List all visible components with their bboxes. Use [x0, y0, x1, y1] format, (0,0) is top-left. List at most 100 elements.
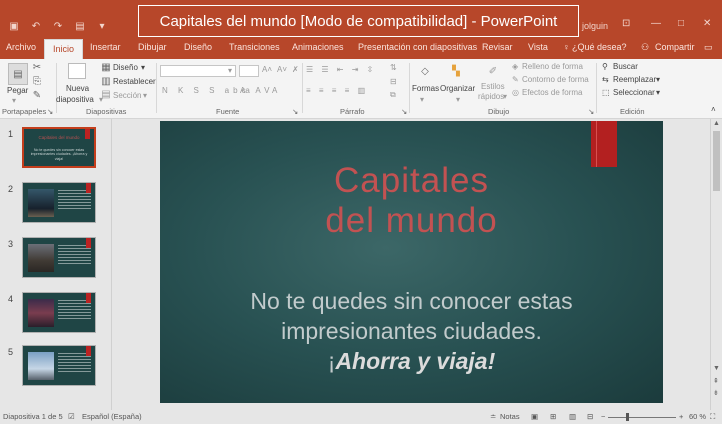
shape-fill-button[interactable]: Relleno de forma — [522, 62, 583, 71]
user-name[interactable]: jolguin — [582, 21, 608, 31]
zoom-out-icon[interactable]: − — [601, 412, 605, 421]
paragraph-launcher-icon[interactable]: ↘ — [401, 107, 407, 116]
tab-vista[interactable]: Vista — [528, 42, 548, 52]
tab-animaciones[interactable]: Animaciones — [292, 42, 344, 52]
arrange-button[interactable]: Organizar — [440, 84, 475, 93]
shape-effects-button[interactable]: Efectos de forma — [522, 88, 582, 97]
slide-title[interactable]: Capitales del mundo — [160, 161, 663, 241]
format-painter-icon[interactable]: ✎ — [32, 90, 42, 101]
layout-button[interactable]: Diseño — [113, 63, 138, 72]
replace-button[interactable]: Reemplazar — [613, 75, 656, 84]
shapes-icon[interactable]: ◇ — [416, 62, 434, 80]
paste-dropdown-icon[interactable]: ▾ — [12, 96, 16, 105]
tab-transiciones[interactable]: Transiciones — [229, 42, 280, 52]
section-button[interactable]: Sección — [113, 91, 141, 100]
slide-thumbnail-1[interactable]: Capitales del mundo No te quedes sin con… — [22, 127, 96, 168]
ribbon-display-icon[interactable]: ⊡ — [622, 18, 630, 29]
font-launcher-icon[interactable]: ↘ — [292, 107, 298, 116]
drawing-launcher-icon[interactable]: ↘ — [588, 107, 594, 116]
cut-icon[interactable]: ✂ — [32, 62, 42, 73]
tab-dibujar[interactable]: Dibujar — [138, 42, 167, 52]
scroll-down-icon[interactable]: ▼ — [713, 365, 720, 372]
comments-icon[interactable]: ▭ — [704, 42, 713, 53]
slide-subtitle[interactable]: No te quedes sin conocer estas impresion… — [160, 286, 663, 376]
smartart-icon[interactable]: ⧉ — [390, 90, 396, 100]
font-format-buttons[interactable]: N K S S abc AV — [162, 86, 273, 95]
minimize-icon[interactable]: — — [651, 18, 661, 29]
reset-button[interactable]: Restablecer — [113, 77, 156, 86]
quick-styles-icon[interactable]: ✐ — [484, 62, 502, 80]
next-slide-icon[interactable]: ⇟ — [713, 389, 719, 397]
section-dropdown-icon[interactable]: ▾ — [143, 91, 147, 100]
tell-me-input[interactable]: ¿Qué desea? — [572, 42, 627, 52]
font-name-combo[interactable] — [160, 65, 236, 77]
copy-icon[interactable]: ⎘ — [32, 76, 42, 87]
zoom-level[interactable]: 60 % — [689, 412, 706, 421]
current-slide[interactable]: Capitales del mundo No te quedes sin con… — [160, 121, 663, 403]
font-size-combo[interactable] — [239, 65, 259, 77]
clear-format-icon[interactable]: ✗ — [292, 65, 299, 74]
customize-icon[interactable]: ▾ — [96, 20, 108, 32]
paste-icon[interactable]: ▤ — [8, 63, 28, 85]
normal-view-icon[interactable]: ▣ — [531, 412, 538, 421]
maximize-icon[interactable]: □ — [678, 18, 684, 29]
align-buttons[interactable]: ≡ ≡ ≡ ≡ ▥ — [306, 86, 368, 95]
reading-view-icon[interactable]: ▥ — [569, 412, 576, 421]
undo-icon[interactable]: ↶ — [30, 20, 42, 32]
shapes-button[interactable]: Formas — [412, 84, 439, 93]
tab-revisar[interactable]: Revisar — [482, 42, 513, 52]
previous-slide-icon[interactable]: ⇞ — [713, 377, 719, 385]
new-slide-label-1[interactable]: Nueva — [66, 84, 89, 93]
quick-styles-label-1[interactable]: Estilos — [481, 82, 505, 91]
scrollbar-thumb[interactable] — [713, 131, 720, 191]
share-button[interactable]: Compartir — [655, 42, 695, 52]
notes-button[interactable]: Notas — [500, 412, 520, 421]
save-icon[interactable]: ▣ — [8, 20, 20, 32]
find-button[interactable]: Buscar — [613, 62, 638, 71]
collapse-ribbon-icon[interactable]: ˄ — [711, 105, 716, 114]
slide-thumbnail-2[interactable] — [22, 182, 96, 223]
slideshow-icon[interactable]: ⊟ — [587, 412, 593, 421]
clipboard-launcher-icon[interactable]: ↘ — [47, 107, 53, 116]
shape-outline-button[interactable]: Contorno de forma — [522, 75, 589, 84]
slide-thumbnail-4[interactable] — [22, 292, 96, 333]
list-buttons[interactable]: ☰ ☰ ⇤ ⇥ ⇳ — [306, 65, 376, 74]
align-text-icon[interactable]: ⊟ — [390, 77, 397, 86]
language-indicator[interactable]: Español (España) — [82, 412, 142, 421]
text-direction-icon[interactable]: ⇅ — [390, 63, 397, 72]
layout-dropdown-icon[interactable]: ▾ — [141, 63, 145, 72]
zoom-slider-handle[interactable] — [626, 413, 629, 421]
redo-icon[interactable]: ↷ — [52, 20, 64, 32]
tab-archivo[interactable]: Archivo — [6, 42, 36, 52]
fit-slide-icon[interactable]: ⛶ — [710, 412, 715, 422]
slide-thumbnail-3[interactable] — [22, 237, 96, 278]
arrange-icon[interactable]: ▚ — [447, 62, 465, 80]
tab-inicio[interactable]: Inicio — [44, 39, 84, 59]
shrink-font-icon[interactable]: A˅ — [277, 65, 287, 74]
zoom-slider[interactable] — [608, 417, 676, 418]
replace-dropdown-icon[interactable]: ▾ — [656, 75, 660, 84]
slide-thumbnail-5[interactable] — [22, 345, 96, 386]
new-slide-label-2[interactable]: diapositiva — [56, 95, 94, 104]
tab-diseno[interactable]: Diseño — [184, 42, 212, 52]
tab-presentacion[interactable]: Presentación con diapositivas — [358, 42, 477, 52]
scroll-up-icon[interactable]: ▲ — [713, 120, 720, 127]
vertical-scrollbar[interactable]: ▲ ▼ ⇞ ⇟ — [710, 119, 722, 410]
slide-sorter-icon[interactable]: ⊞ — [550, 412, 556, 421]
font-name-dropdown-icon[interactable]: ▾ — [228, 66, 232, 75]
spell-check-icon[interactable]: ☑ — [68, 412, 75, 421]
present-icon[interactable]: ▤ — [74, 20, 86, 32]
font-color-icon[interactable]: A — [272, 86, 277, 95]
select-button[interactable]: Seleccionar — [613, 88, 655, 97]
close-icon[interactable]: ✕ — [703, 18, 711, 29]
zoom-in-icon[interactable]: + — [679, 412, 683, 421]
change-case-icon[interactable]: Aa — [240, 86, 250, 95]
new-slide-icon[interactable] — [68, 63, 86, 79]
arrange-dropdown-icon[interactable]: ▾ — [456, 95, 460, 104]
grow-font-icon[interactable]: A˄ — [262, 65, 272, 74]
paste-button[interactable]: Pegar — [7, 86, 28, 95]
tab-insertar[interactable]: Insertar — [90, 42, 121, 52]
quick-styles-label-2[interactable]: rápidos — [478, 92, 504, 101]
shapes-dropdown-icon[interactable]: ▾ — [420, 95, 424, 104]
quick-styles-dropdown-icon[interactable]: ▾ — [503, 92, 507, 101]
